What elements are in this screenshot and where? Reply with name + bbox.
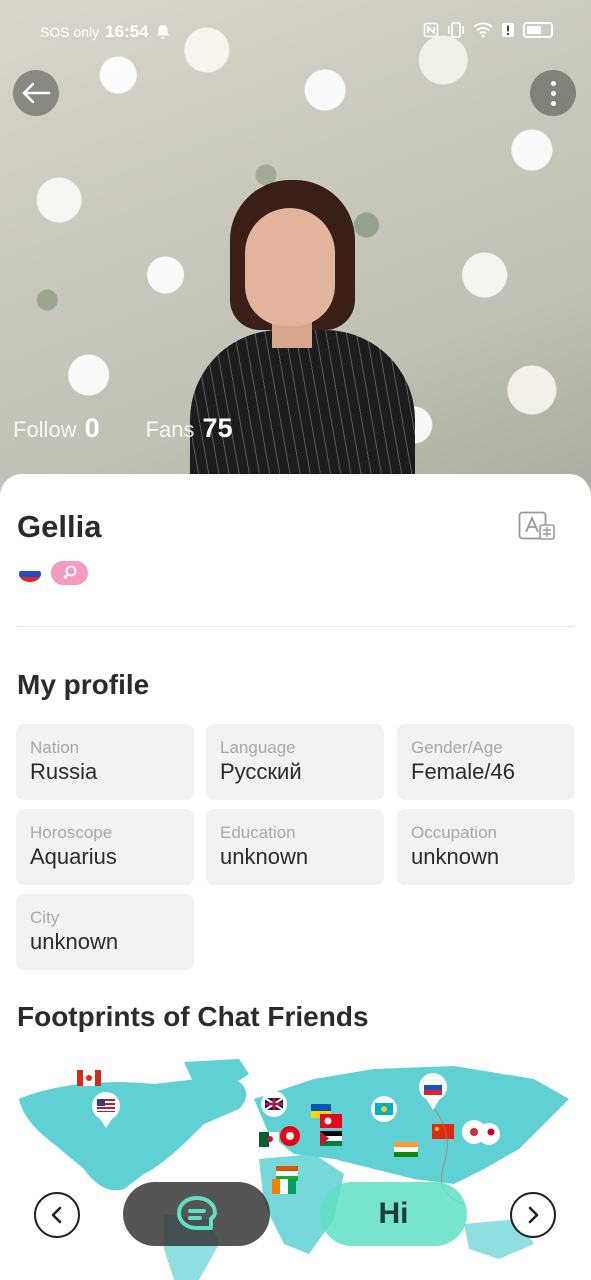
my-profile-title: My profile [17, 669, 150, 700]
wifi-icon [473, 22, 493, 38]
algeria-flag-pin [259, 1132, 279, 1147]
canada-flag-pin [77, 1070, 101, 1086]
tunisia-flag-pin [280, 1126, 300, 1146]
uk-flag-pin [261, 1091, 287, 1117]
female-icon [62, 565, 76, 580]
north-america-shape [19, 1076, 247, 1191]
field-value: Русский [220, 759, 302, 784]
field-value: Russia [30, 759, 98, 784]
turkey-flag-pin [320, 1114, 342, 1128]
carrier-text: SOS only [40, 24, 100, 40]
field-value: Aquarius [30, 844, 117, 869]
field-gender-age: Gender/Age Female/46 [397, 724, 575, 800]
nfc-icon [423, 22, 439, 38]
russia-flag-icon [19, 566, 41, 582]
next-button[interactable] [510, 1192, 556, 1238]
fans-count[interactable]: 75 [203, 413, 233, 444]
say-hi-button[interactable]: Hi [320, 1182, 467, 1246]
field-language: Language Русский [206, 724, 384, 800]
footprints-title: Footprints of Chat Friends [17, 1001, 369, 1032]
chevron-right-icon [528, 1206, 539, 1224]
translate-icon [518, 511, 555, 540]
chat-bubble-icon [176, 1196, 217, 1230]
bell-icon [156, 25, 169, 39]
back-button[interactable] [13, 70, 59, 116]
arrow-left-icon [22, 82, 51, 104]
more-vertical-icon [550, 80, 556, 106]
status-bar: SOS only 16:54 [0, 0, 591, 64]
field-label: Nation [30, 738, 80, 757]
field-nation: Nation Russia [16, 724, 194, 800]
user-name: Gellia [17, 509, 102, 544]
japan-flag-pin [478, 1123, 500, 1145]
field-value: unknown [220, 844, 309, 869]
follow-count[interactable]: 0 [85, 413, 100, 444]
vibrate-icon [448, 22, 464, 38]
profile-card: Gellia My profile Nation Russia Language… [0, 474, 591, 1280]
divider [17, 626, 574, 627]
field-label: Gender/Age [411, 738, 503, 757]
kazakhstan-flag-pin [371, 1096, 397, 1122]
follow-label[interactable]: Follow [13, 417, 77, 443]
more-options-button[interactable] [530, 70, 576, 116]
field-label: Horoscope [30, 823, 113, 842]
follow-fans-stats: Follow 0 Fans 75 [13, 413, 279, 444]
field-education: Education unknown [206, 809, 384, 885]
battery-icon [523, 22, 553, 38]
ivory-coast-flag-pin [272, 1179, 296, 1194]
china-flag-pin [432, 1124, 454, 1139]
clock: 16:54 [105, 22, 149, 41]
world-map [19, 1059, 569, 1280]
niger-flag-pin [276, 1166, 298, 1181]
field-horoscope: Horoscope Aquarius [16, 809, 194, 885]
jordan-flag-pin [320, 1131, 342, 1146]
field-occupation: Occupation unknown [397, 809, 575, 885]
fans-label[interactable]: Fans [146, 417, 195, 443]
field-label: City [30, 908, 60, 927]
field-value: unknown [411, 844, 500, 869]
translate-button[interactable] [518, 511, 556, 545]
field-label: Occupation [411, 823, 497, 842]
gender-badge [51, 561, 88, 585]
field-value: unknown [30, 929, 119, 954]
chat-button[interactable] [123, 1182, 270, 1246]
chevron-left-icon [51, 1206, 62, 1224]
field-city: City unknown [16, 894, 194, 970]
field-label: Language [220, 738, 296, 757]
alert-icon [502, 23, 514, 37]
previous-button[interactable] [34, 1192, 80, 1238]
field-value: Female/46 [411, 759, 515, 784]
field-label: Education [220, 823, 296, 842]
india-flag-pin [394, 1142, 418, 1157]
